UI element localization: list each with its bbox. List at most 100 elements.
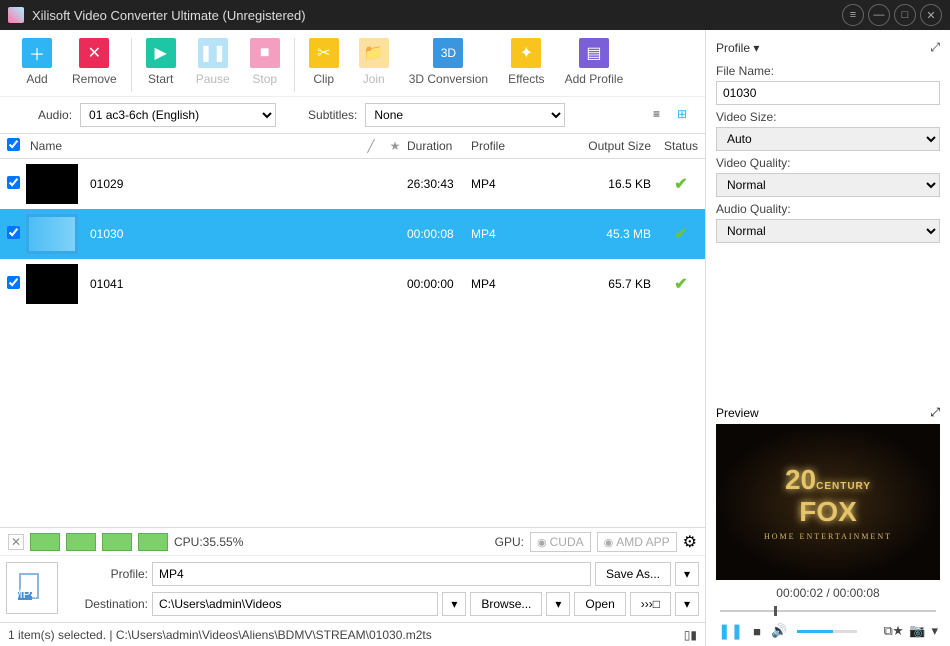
col-status[interactable]: Status xyxy=(657,139,705,153)
file-profile: MP4 xyxy=(471,177,581,191)
effects-button[interactable]: ✦ Effects xyxy=(504,38,548,86)
file-row[interactable]: 0104100:00:00MP465.7 KB✔ xyxy=(0,259,705,309)
scissors-icon: ✂ xyxy=(309,38,339,68)
gpu-label: GPU: xyxy=(495,535,524,549)
preview-title: Preview xyxy=(716,406,759,420)
stop-button[interactable]: ■ Stop xyxy=(246,38,284,86)
pause-icon: ❚❚ xyxy=(198,38,228,68)
col-duration[interactable]: Duration xyxy=(407,139,471,153)
volume-slider[interactable] xyxy=(797,630,857,633)
destination-label: Destination: xyxy=(66,597,148,611)
video-quality-select[interactable]: Normal xyxy=(716,173,940,197)
filename-input[interactable] xyxy=(716,81,940,105)
subtitles-label: Subtitles: xyxy=(308,108,357,122)
close-button[interactable]: ✕ xyxy=(920,4,942,26)
audio-quality-select[interactable]: Normal xyxy=(716,219,940,243)
export-button[interactable]: ›››□ xyxy=(630,592,671,616)
stop-icon: ■ xyxy=(250,38,280,68)
video-quality-label: Video Quality: xyxy=(716,156,940,170)
audio-select[interactable]: 01 ac3-6ch (English) xyxy=(80,103,276,127)
clip-button[interactable]: ✂ Clip xyxy=(305,38,343,86)
file-checkbox[interactable] xyxy=(7,276,20,289)
file-checkbox[interactable] xyxy=(7,226,20,239)
window-title: Xilisoft Video Converter Ultimate (Unreg… xyxy=(32,8,838,23)
save-as-dropdown[interactable]: ▾ xyxy=(675,562,699,586)
x-icon: ✕ xyxy=(79,38,109,68)
preview-seek-slider[interactable] xyxy=(720,602,936,616)
video-size-select[interactable]: Auto xyxy=(716,127,940,151)
favorite-column-icon[interactable]: ★ xyxy=(383,139,407,153)
browse-dropdown[interactable]: ▾ xyxy=(546,592,570,616)
subtitles-select[interactable]: None xyxy=(365,103,565,127)
file-row[interactable]: 0102926:30:43MP416.5 KB✔ xyxy=(0,159,705,209)
sort-indicator-icon[interactable]: ╱ xyxy=(359,139,383,153)
add-button[interactable]: ＋ Add xyxy=(18,38,56,86)
maximize-button[interactable]: □ xyxy=(894,4,916,26)
hardware-row: ✕ CPU:35.55% GPU: ◉ CUDA ◉ AMD APP ⚙ xyxy=(0,527,705,555)
titlebar: Xilisoft Video Converter Ultimate (Unreg… xyxy=(0,0,950,30)
col-name[interactable]: Name xyxy=(26,139,359,153)
file-duration: 00:00:00 xyxy=(407,277,471,291)
file-size: 16.5 KB xyxy=(581,177,657,191)
grid-view-button[interactable]: ⊞ xyxy=(677,107,695,123)
document-icon: ▤ xyxy=(579,38,609,68)
3d-icon: 3D xyxy=(433,38,463,68)
file-profile: MP4 xyxy=(471,227,581,241)
cpu-core-2 xyxy=(66,533,96,551)
preview-viewport[interactable]: 20CENTURY FOX HOME ENTERTAINMENT xyxy=(716,424,940,580)
pause-button[interactable]: ❚❚ Pause xyxy=(192,38,234,86)
plus-icon: ＋ xyxy=(22,38,52,68)
cuda-button[interactable]: ◉ CUDA xyxy=(530,532,591,552)
svg-text:MP4: MP4 xyxy=(14,587,38,601)
preview-play-button[interactable]: ❚❚ xyxy=(718,622,743,640)
preview-stop-button[interactable]: ■ xyxy=(753,624,761,639)
save-as-button[interactable]: Save As... xyxy=(595,562,671,586)
select-all-checkbox[interactable] xyxy=(7,138,20,151)
file-name: 01041 xyxy=(82,277,407,291)
destination-dropdown[interactable]: ▾ xyxy=(442,592,466,616)
file-duration: 00:00:08 xyxy=(407,227,471,241)
join-button[interactable]: 📁 Join xyxy=(355,38,393,86)
file-checkbox[interactable] xyxy=(7,176,20,189)
video-size-label: Video Size: xyxy=(716,110,940,124)
3d-conversion-button[interactable]: 3D 3D Conversion xyxy=(405,38,492,86)
close-hw-button[interactable]: ✕ xyxy=(8,534,24,550)
add-profile-button[interactable]: ▤ Add Profile xyxy=(561,38,628,86)
menu-button[interactable]: ≡ xyxy=(842,4,864,26)
col-profile[interactable]: Profile xyxy=(471,139,581,153)
minimize-button[interactable]: — xyxy=(868,4,890,26)
expand-profile-icon[interactable]: ⤢ xyxy=(930,40,940,55)
gear-icon[interactable]: ⚙ xyxy=(683,532,697,552)
remove-button[interactable]: ✕ Remove xyxy=(68,38,121,86)
profile-panel-title[interactable]: Profile ▾ xyxy=(716,41,759,55)
snapshot-dropdown[interactable]: ▾ xyxy=(931,623,938,639)
list-view-button[interactable]: ≡ xyxy=(653,107,671,123)
cpu-label: CPU:35.55% xyxy=(174,535,243,549)
audio-label: Audio: xyxy=(38,108,72,122)
file-thumbnail xyxy=(26,214,78,254)
statusbar: 1 item(s) selected. | C:\Users\admin\Vid… xyxy=(0,622,705,646)
wand-icon: ✦ xyxy=(511,38,541,68)
browse-button[interactable]: Browse... xyxy=(470,592,542,616)
file-size: 45.3 MB xyxy=(581,227,657,241)
snapshot-camera-icon[interactable]: 📷 xyxy=(909,623,925,639)
status-text: 1 item(s) selected. | C:\Users\admin\Vid… xyxy=(8,628,432,642)
file-name: 01030 xyxy=(82,227,407,241)
options-row: Audio: 01 ac3-6ch (English) Subtitles: N… xyxy=(0,97,705,133)
open-button[interactable]: Open xyxy=(574,592,625,616)
export-dropdown[interactable]: ▾ xyxy=(675,592,699,616)
main-toolbar: ＋ Add ✕ Remove ▶ Start ❚❚ Pause xyxy=(0,30,705,97)
destination-field[interactable]: C:\Users\admin\Videos xyxy=(152,592,438,616)
amd-button[interactable]: ◉ AMD APP xyxy=(597,532,677,552)
start-button[interactable]: ▶ Start xyxy=(142,38,180,86)
snapshot-favorite-icon[interactable]: ⧉★ xyxy=(883,623,903,639)
expand-preview-icon[interactable]: ⤢ xyxy=(930,405,940,420)
profile-label: Profile: xyxy=(66,567,148,581)
col-size[interactable]: Output Size xyxy=(581,139,657,153)
file-row[interactable]: 0103000:00:08MP445.3 MB✔ xyxy=(0,209,705,259)
file-status-ok-icon: ✔ xyxy=(657,174,705,194)
volume-icon[interactable]: 🔊 xyxy=(771,623,787,639)
audio-quality-label: Audio Quality: xyxy=(716,202,940,216)
profile-field[interactable]: MP4 xyxy=(152,562,591,586)
sidebar-toggle-icon[interactable]: ▯▮ xyxy=(684,628,697,642)
